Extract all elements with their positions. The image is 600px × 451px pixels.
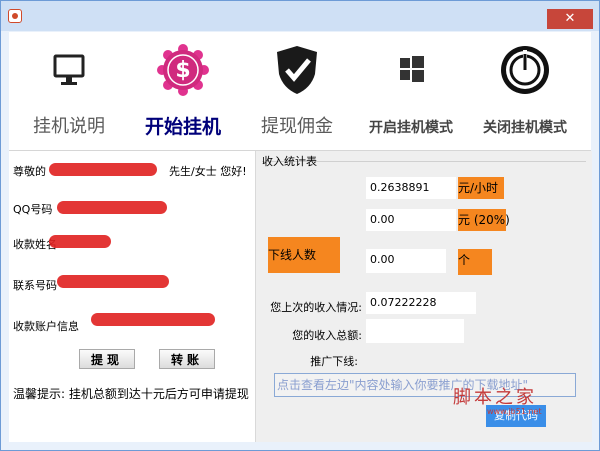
redaction bbox=[57, 275, 169, 288]
watermark-url: www.jb51.net bbox=[487, 407, 542, 416]
tab-enable-mode-label: 开启挂机模式 bbox=[369, 120, 453, 136]
downline-count-field[interactable]: 0.00 bbox=[366, 249, 446, 273]
redaction bbox=[49, 235, 111, 248]
transfer-button[interactable]: 转账 bbox=[159, 349, 215, 369]
tab-withdraw[interactable]: 提现佣金 bbox=[241, 32, 353, 150]
tab-help[interactable]: 挂机说明 bbox=[13, 32, 125, 150]
last-income-label: 您上次的收入情况: bbox=[270, 301, 362, 314]
watermark: 脚本之家 bbox=[453, 387, 537, 408]
user-info-panel: 尊敬的 先生/女士 您好! QQ号码 收款姓名 联系号码 收款账户信息 提现 转… bbox=[9, 151, 255, 442]
commission-field[interactable]: 0.00 bbox=[366, 209, 456, 231]
promo-label: 推广下线: bbox=[310, 355, 358, 368]
power-icon bbox=[501, 46, 549, 94]
tab-withdraw-label: 提现佣金 bbox=[261, 116, 333, 137]
app-window: ✕ 挂机说明 $ 开始挂机 提现佣金 开启挂机模式 关闭挂机模式 尊敬的 先生/… bbox=[0, 0, 600, 451]
phone-label: 联系号码 bbox=[13, 279, 57, 292]
client-area: 挂机说明 $ 开始挂机 提现佣金 开启挂机模式 关闭挂机模式 尊敬的 先生/女士… bbox=[9, 32, 592, 442]
tab-start-label: 开始挂机 bbox=[144, 116, 221, 138]
tab-start[interactable]: $ 开始挂机 bbox=[127, 32, 239, 150]
hourly-income-field[interactable]: 0.2638891 bbox=[366, 177, 456, 199]
stats-title: 收入统计表 bbox=[262, 155, 317, 168]
income-stats-panel: 收入统计表 0.2638891 元/小时 0.00 元 (20%) 下线人数 0… bbox=[255, 151, 592, 442]
svg-text:$: $ bbox=[175, 58, 190, 83]
total-income-field[interactable] bbox=[366, 319, 464, 343]
tab-disable-mode[interactable]: 关闭挂机模式 bbox=[469, 32, 581, 150]
monitor-icon bbox=[53, 54, 85, 85]
greeting-suffix: 先生/女士 您好! bbox=[169, 165, 247, 178]
greeting: 尊敬的 bbox=[13, 165, 46, 178]
tab-help-label: 挂机说明 bbox=[33, 116, 105, 137]
redaction bbox=[91, 313, 215, 326]
qq-label: QQ号码 bbox=[13, 203, 53, 216]
tip-text: 温馨提示: 挂机总额到达十元后方可申请提现 bbox=[13, 387, 249, 401]
toolbar: 挂机说明 $ 开始挂机 提现佣金 开启挂机模式 关闭挂机模式 bbox=[9, 32, 591, 151]
downline-unit: 个 bbox=[458, 249, 492, 275]
redaction bbox=[49, 163, 157, 176]
title-bar: ✕ bbox=[1, 1, 599, 31]
shield-check-icon bbox=[277, 46, 317, 94]
downline-count-label: 下线人数 bbox=[268, 237, 340, 273]
total-income-label: 您的收入总额: bbox=[292, 329, 362, 342]
withdraw-button[interactable]: 提现 bbox=[79, 349, 135, 369]
tab-enable-mode[interactable]: 开启挂机模式 bbox=[355, 32, 467, 150]
account-label: 收款账户信息 bbox=[13, 320, 79, 333]
redaction bbox=[57, 201, 167, 214]
tab-disable-mode-label: 关闭挂机模式 bbox=[483, 120, 567, 136]
hourly-unit: 元/小时 bbox=[458, 177, 504, 199]
dollar-icon: $ bbox=[157, 44, 209, 96]
commission-unit: 元 (20%) bbox=[458, 209, 510, 231]
app-icon bbox=[8, 9, 22, 23]
close-button[interactable]: ✕ bbox=[547, 9, 593, 29]
windows-icon bbox=[400, 56, 424, 82]
last-income-field[interactable]: 0.07222228 bbox=[366, 292, 476, 314]
